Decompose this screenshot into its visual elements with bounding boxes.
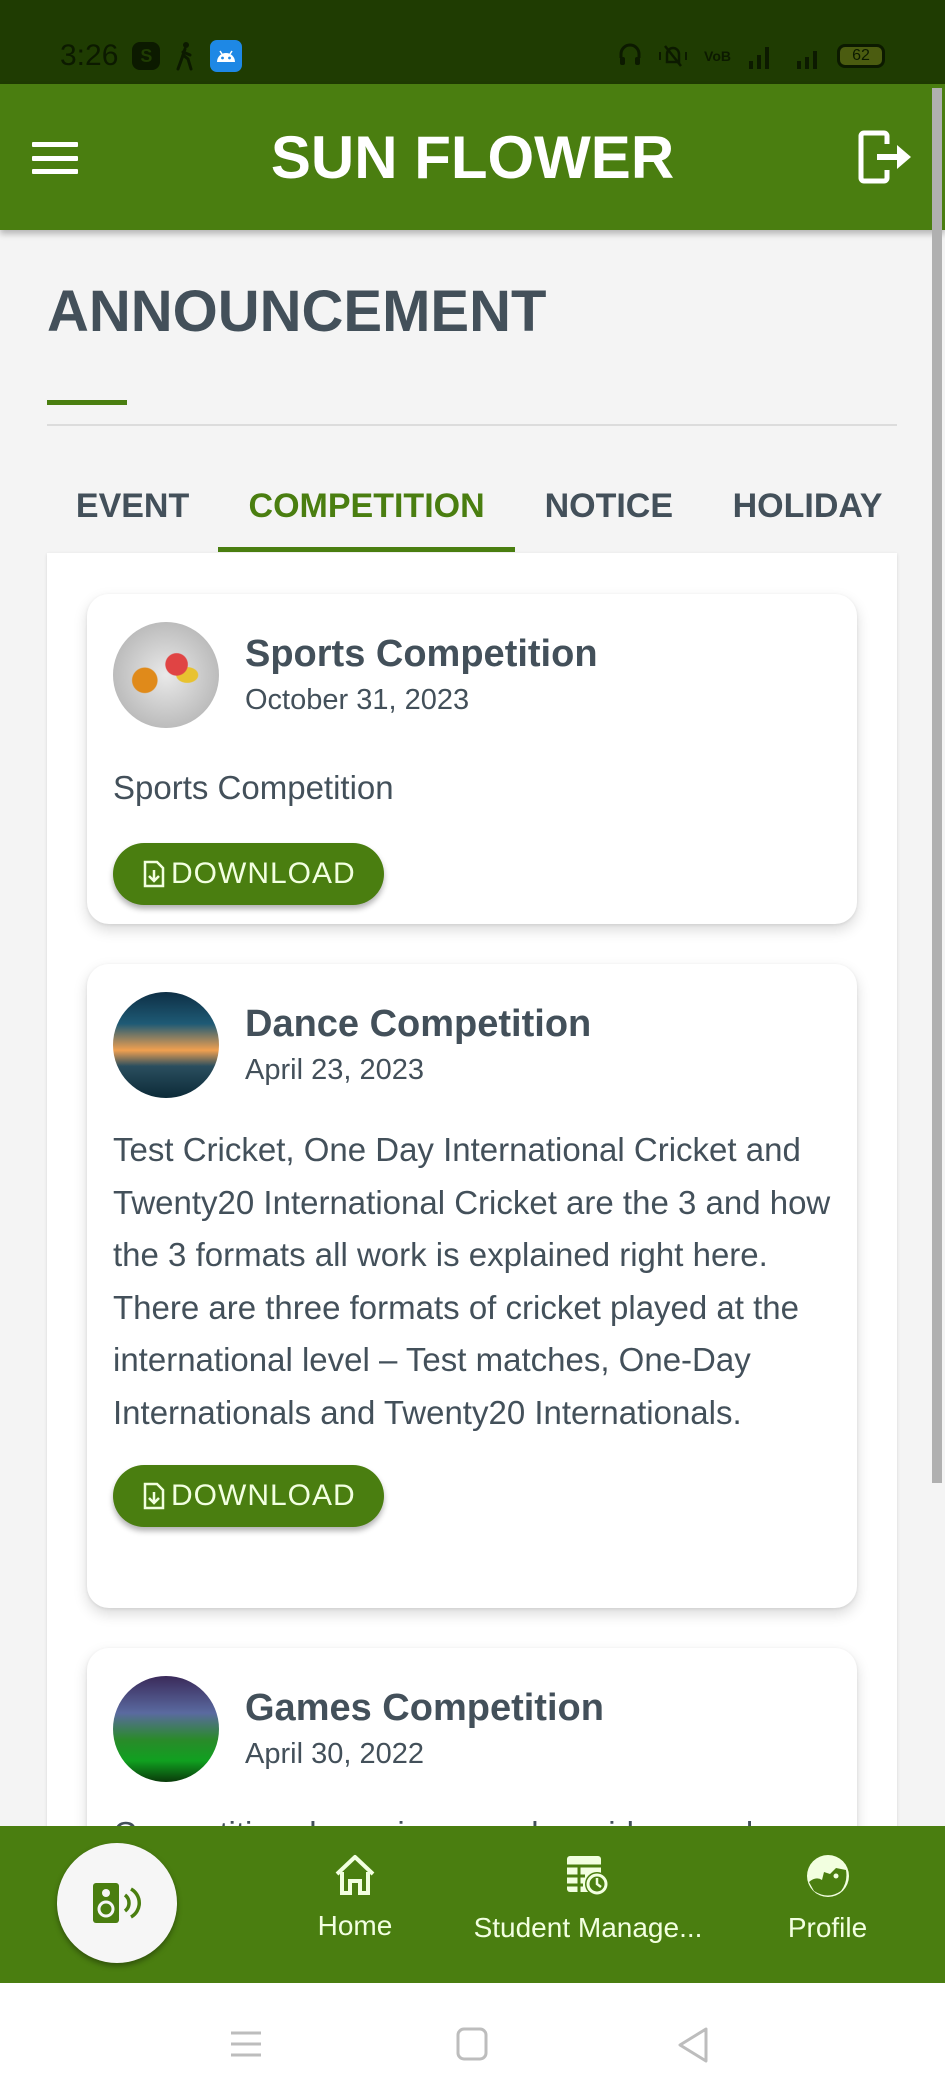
home-icon (335, 1855, 375, 1895)
announcement-card: Sports Competition October 31, 2023 Spor… (87, 594, 857, 924)
heading-accent-bar (47, 400, 127, 405)
card-date: April 23, 2023 (245, 1054, 424, 1086)
card-body: Test Cricket, One Day International Cric… (113, 1131, 831, 1431)
card-titles: Sports Competition October 31, 2023 (245, 631, 598, 719)
walking-icon (174, 41, 196, 71)
silent-bell-icon (656, 42, 690, 70)
status-time: 3:26 (60, 39, 119, 72)
download-button[interactable]: DOWNLOAD (113, 842, 384, 905)
status-right: VoB 62 (618, 41, 885, 71)
nav-student-management[interactable]: Student Manage... (468, 1854, 708, 1944)
download-label: DOWNLOAD (171, 1479, 356, 1512)
hamburger-menu-icon[interactable] (32, 142, 78, 174)
card-title: Games Competition (245, 1687, 604, 1729)
recent-apps-icon[interactable] (229, 2027, 263, 2066)
battery-level: 62 (852, 47, 870, 64)
card-header: Games Competition April 30, 2022 (113, 1676, 831, 1782)
announcement-fab[interactable] (57, 1843, 177, 1963)
tab-holiday[interactable]: HOLIDAY (703, 460, 897, 552)
nav-home[interactable]: Home (300, 1854, 410, 1942)
home-system-icon[interactable] (455, 2027, 489, 2066)
profile-icon (806, 1855, 849, 1897)
file-download-icon (143, 860, 165, 887)
logout-icon[interactable] (857, 130, 913, 184)
tab-event[interactable]: EVENT (47, 460, 218, 552)
status-left: 3:26 S (60, 39, 243, 73)
card-title: Sports Competition (245, 633, 598, 675)
card-date: April 30, 2022 (245, 1738, 424, 1770)
card-thumbnail (113, 1676, 219, 1782)
android-icon (210, 40, 243, 72)
card-title: Dance Competition (245, 1003, 592, 1045)
card-thumbnail (113, 992, 219, 1098)
page-heading: ANNOUNCEMENT (47, 279, 547, 344)
tab-notice[interactable]: NOTICE (515, 460, 703, 552)
download-button[interactable]: DOWNLOAD (113, 1465, 384, 1527)
tab-bar: EVENT COMPETITION NOTICE HOLIDAY (47, 460, 897, 552)
nav-profile-label: Profile (787, 1912, 868, 1943)
card-thumbnail (113, 622, 219, 728)
scrollbar[interactable] (932, 88, 942, 1483)
speaker-icon (93, 1883, 141, 1923)
card-header: Dance Competition April 23, 2023 (113, 992, 831, 1098)
back-icon[interactable] (676, 2027, 710, 2068)
file-download-icon (143, 1482, 165, 1510)
4g-signal-icon (745, 41, 781, 71)
nav-student-label: Student Manage... (473, 1912, 703, 1943)
download-label: DOWNLOAD (171, 856, 356, 890)
skype-icon: S (132, 42, 161, 70)
card-body: Sports Competition (113, 769, 394, 806)
app-bar: SUN FLOWER (0, 84, 945, 230)
announcement-card: Dance Competition April 23, 2023 Test Cr… (87, 964, 857, 1608)
battery-icon: 62 (837, 44, 885, 68)
nav-profile[interactable]: Profile (770, 1854, 885, 1944)
screen: 3:26 S VoB 62 SUN FLOWER ANNOUNCEMENT EV… (0, 0, 945, 2100)
volte-icon: VoB (704, 47, 731, 64)
app-title: SUN FLOWER (270, 123, 675, 191)
bottom-nav: Home Student Manage... Profile (0, 1826, 945, 1983)
heading-divider (47, 424, 897, 426)
headset-icon (618, 42, 642, 70)
nav-home-label: Home (317, 1910, 393, 1941)
system-nav-bar (0, 1983, 945, 2100)
signal-icon (795, 41, 823, 71)
tab-competition[interactable]: COMPETITION (218, 460, 515, 552)
card-titles: Dance Competition April 23, 2023 (245, 1001, 591, 1089)
status-bar: 3:26 S VoB 62 (0, 0, 945, 84)
card-titles: Games Competition April 30, 2022 (245, 1685, 604, 1773)
card-date: October 31, 2023 (245, 684, 470, 716)
schedule-table-icon (567, 1856, 609, 1896)
card-header: Sports Competition October 31, 2023 (113, 622, 831, 728)
volte-label: VoB (704, 47, 731, 64)
